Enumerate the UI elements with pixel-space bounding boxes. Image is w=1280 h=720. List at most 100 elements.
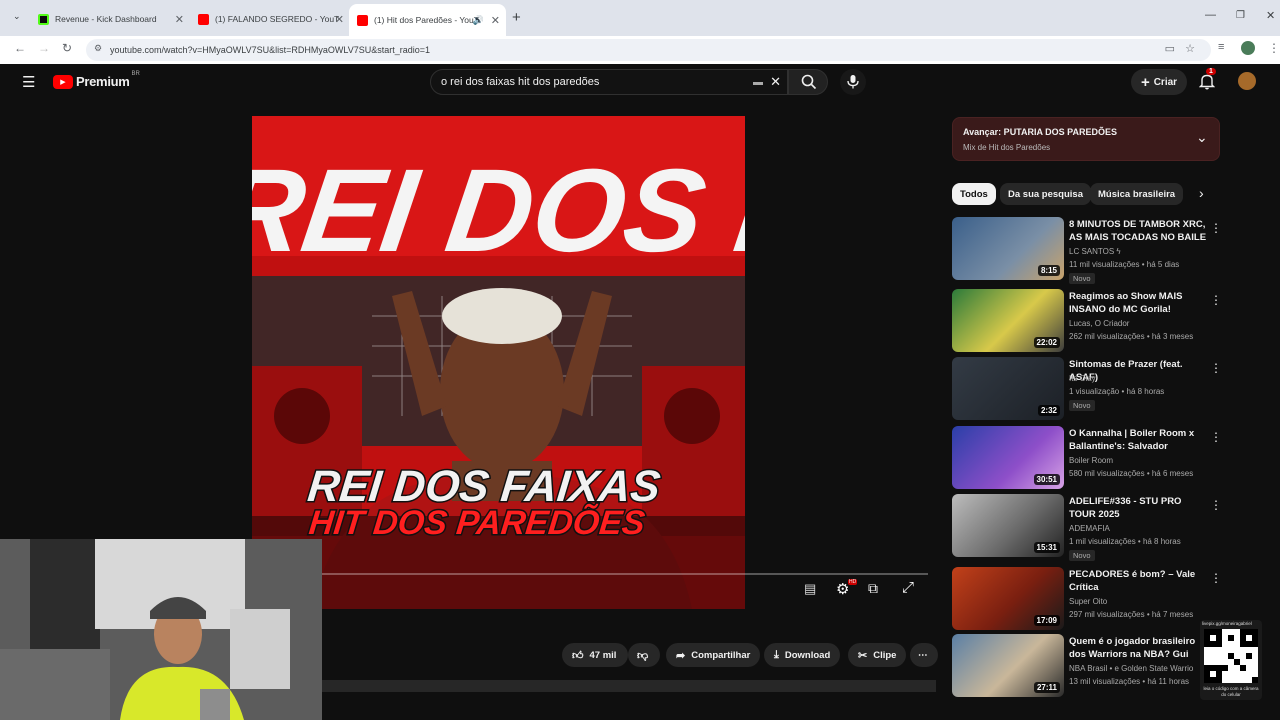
list-item[interactable]: 27:11 Quem é o jogador brasileiro dos Wa…: [952, 634, 1222, 698]
playlist-next-panel[interactable]: Avançar: PUTARIA DOS PAREDÕES Mix de Hit…: [952, 117, 1220, 161]
video-thumbnail[interactable]: 8:15: [952, 217, 1064, 280]
new-badge: Novo: [1069, 550, 1095, 561]
search-input[interactable]: o rei dos faixas hit dos paredões ▬ ✕: [430, 69, 788, 95]
back-icon[interactable]: ←: [14, 41, 26, 55]
qr-code-icon: [1204, 629, 1258, 683]
chip-da-sua-pesquisa[interactable]: Da sua pesquisa: [1000, 183, 1091, 205]
create-button[interactable]: + Criar: [1131, 69, 1187, 95]
channel-name: Lucas, O Criador: [1069, 319, 1130, 328]
download-button[interactable]: ⤓ Download: [764, 643, 841, 667]
tab-search-icon[interactable]: ⌄: [13, 11, 21, 22]
video-thumbnail[interactable]: 22:02: [952, 289, 1064, 352]
more-vert-icon[interactable]: ⋮: [1210, 293, 1222, 307]
reload-icon[interactable]: ↻: [62, 41, 72, 55]
video-thumbnail[interactable]: 2:32: [952, 357, 1064, 420]
chip-label: Da sua pesquisa: [1008, 188, 1083, 200]
browser-menu-icon[interactable]: ⋮: [1268, 41, 1280, 55]
video-player[interactable]: REI DOS F REI DOS FAIXAS HIT DOS PAREDÕE…: [252, 116, 745, 609]
more-vert-icon[interactable]: ⋮: [1210, 571, 1222, 585]
tab-falando-segredo[interactable]: (1) FALANDO SEGREDO - YouT ✕: [190, 6, 350, 32]
list-item[interactable]: 17:09 PECADORES é bom? – Vale Crítica Su…: [952, 567, 1222, 631]
more-vert-icon[interactable]: ⋮: [1210, 221, 1222, 235]
list-item[interactable]: 2:32 Sintomas de Prazer (feat. ASAF) Its…: [952, 357, 1222, 421]
like-count: 47 mil: [589, 649, 617, 661]
profile-avatar[interactable]: [1241, 41, 1255, 55]
duration-badge: 22:02: [1033, 337, 1060, 348]
forward-icon[interactable]: →: [38, 41, 50, 55]
video-meta: 262 mil visualizações • há 3 meses: [1069, 332, 1194, 341]
duration-badge: 8:15: [1037, 265, 1060, 276]
close-icon[interactable]: ✕: [335, 13, 344, 26]
account-avatar[interactable]: [1238, 72, 1256, 90]
tab-title: (1) Hit dos Paredões - YouT: [374, 15, 479, 25]
video-thumbnail[interactable]: 27:11: [952, 634, 1064, 697]
search-icon: [801, 74, 817, 90]
more-vert-icon[interactable]: ⋮: [1210, 430, 1222, 444]
search-button[interactable]: [788, 69, 828, 95]
list-item[interactable]: 15:31 ADELIFE#336 - STU PRO TOUR 2025 AD…: [952, 494, 1222, 561]
more-actions-button[interactable]: ⋯: [910, 643, 938, 667]
duration-badge: 30:51: [1033, 474, 1060, 485]
duration-badge: 15:31: [1033, 542, 1060, 553]
tab-kick-dashboard[interactable]: Revenue - Kick Dashboard ✕: [30, 6, 190, 32]
share-button[interactable]: ➦ Compartilhar: [666, 643, 761, 667]
video-thumbnail[interactable]: 17:09: [952, 567, 1064, 630]
miniplayer-icon[interactable]: ⧉: [868, 580, 878, 597]
thumbs-down-icon: 👎︎: [637, 649, 649, 662]
hamburger-menu-icon[interactable]: ☰: [22, 73, 35, 91]
chevron-down-icon[interactable]: ⌄: [1196, 129, 1208, 146]
download-label: Download: [784, 649, 831, 661]
create-label: Criar: [1153, 76, 1178, 88]
notifications-button[interactable]: 1: [1198, 68, 1216, 95]
title-placeholder-bar: [320, 680, 936, 692]
youtube-premium-logo[interactable]: ▶ Premium BR: [53, 71, 140, 89]
youtube-icon: [198, 13, 209, 25]
close-icon[interactable]: ✕: [491, 14, 500, 27]
webcam-feed-image: [0, 539, 322, 720]
cast-icon[interactable]: ▭: [1165, 42, 1175, 55]
bookmark-star-icon[interactable]: ☆: [1185, 42, 1195, 55]
minimize-button[interactable]: —: [1205, 9, 1216, 21]
chevron-right-icon[interactable]: ›: [1199, 185, 1204, 201]
list-item[interactable]: 8:15 8 MINUTOS DE TAMBOR XRC, AS MAIS TO…: [952, 217, 1222, 284]
more-vert-icon[interactable]: ⋮: [1210, 361, 1222, 375]
audio-playing-icon[interactable]: 🔊: [473, 15, 484, 26]
keyboard-icon[interactable]: ▬: [753, 77, 763, 88]
video-title: PECADORES é bom? – Vale Crítica: [1069, 569, 1196, 593]
address-bar[interactable]: ⚙ youtube.com/watch?v=HMyaOWLV7SU&list=R…: [86, 39, 1211, 61]
chip-musica-brasileira[interactable]: Música brasileira: [1090, 183, 1184, 205]
list-item[interactable]: 30:51 O Kannalha | Boiler Room x Ballant…: [952, 426, 1222, 490]
video-thumbnail[interactable]: 30:51: [952, 426, 1064, 489]
duration-badge: 17:09: [1033, 615, 1060, 626]
thumbs-up-icon: 👍︎: [572, 649, 584, 662]
close-window-button[interactable]: ✕: [1266, 9, 1275, 22]
voice-search-button[interactable]: [840, 69, 866, 95]
search-value: o rei dos faixas hit dos paredões: [441, 76, 600, 88]
progress-bar[interactable]: [320, 573, 928, 575]
chip-todos[interactable]: Todos: [952, 183, 996, 205]
chip-label: Todos: [960, 188, 988, 200]
site-info-icon[interactable]: ⚙: [94, 43, 102, 54]
clear-search-icon[interactable]: ✕: [770, 74, 781, 90]
video-meta: 13 mil visualizações • há 11 horas: [1069, 677, 1190, 686]
browser-toolbar: ← → ↻ ⚙ youtube.com/watch?v=HMyaOWLV7SU&…: [0, 36, 1280, 64]
dislike-button[interactable]: 👎︎: [628, 643, 660, 667]
video-meta: 580 mil visualizações • há 6 meses: [1069, 469, 1194, 478]
new-tab-button[interactable]: +: [512, 9, 521, 26]
like-button[interactable]: 👍︎ 47 mil: [562, 643, 628, 667]
media-control-icon[interactable]: ≡: [1218, 41, 1224, 53]
share-label: Compartilhar: [691, 649, 751, 661]
close-icon[interactable]: ✕: [175, 13, 184, 26]
more-vert-icon[interactable]: ⋮: [1210, 498, 1222, 512]
clip-button[interactable]: ✂ Clipe: [848, 643, 907, 667]
subtitles-icon[interactable]: ▤: [804, 581, 816, 597]
video-thumbnail[interactable]: 15:31: [952, 494, 1064, 557]
fullscreen-icon[interactable]: ⤢: [902, 579, 914, 596]
youtube-header: ☰ ▶ Premium BR o rei dos faixas hit dos …: [0, 64, 1280, 100]
channel-name: LC SANTOS ϟ: [1069, 247, 1121, 256]
clip-label: Clipe: [873, 649, 897, 661]
mix-label: Mix de Hit dos Paredões: [963, 143, 1051, 152]
tab-hit-dos-paredoes[interactable]: (1) Hit dos Paredões - YouT 🔊 ✕: [349, 4, 506, 36]
restore-button[interactable]: ❐: [1236, 10, 1245, 21]
list-item[interactable]: 22:02 Reagimos ao Show MAIS INSANO do MC…: [952, 289, 1222, 353]
